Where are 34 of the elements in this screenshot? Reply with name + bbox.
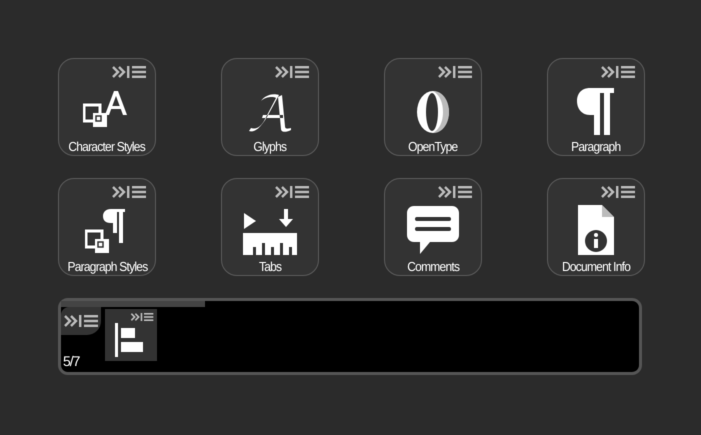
panel-menu-icon[interactable]: [111, 65, 147, 79]
align-left-icon: [115, 323, 145, 357]
panel-tile[interactable]: Paragraph Styles: [58, 178, 156, 276]
tab-ruler-icon: [242, 209, 298, 255]
panel-menu-icon[interactable]: [437, 65, 473, 79]
tile-label: OpenType: [408, 139, 458, 154]
panel-menu-icon[interactable]: [437, 185, 473, 199]
document-info-icon: [576, 205, 616, 255]
panel-menu-icon[interactable]: [63, 314, 99, 328]
pilcrow-icon: [576, 87, 616, 135]
tile-label: Glyphs: [254, 139, 286, 154]
panel-tile[interactable]: Paragraph: [547, 58, 645, 156]
panel-menu-icon[interactable]: [274, 65, 310, 79]
panel-menu-icon[interactable]: [111, 185, 147, 199]
panel-menu-icon[interactable]: [600, 185, 636, 199]
panel-tile[interactable]: Document Info: [547, 178, 645, 276]
tile-label: Character Styles: [68, 139, 146, 154]
panel-menu-icon[interactable]: [600, 65, 636, 79]
panel-tile[interactable]: Glyphs: [221, 58, 319, 156]
panel-tile[interactable]: OpenType: [384, 58, 482, 156]
tile-label: Paragraph: [571, 139, 621, 154]
panel-tile[interactable]: Tabs: [221, 178, 319, 276]
tile-label: Document Info: [562, 259, 630, 274]
tile-label: Comments: [407, 259, 459, 274]
panel-menu-icon[interactable]: [130, 312, 154, 322]
dock-corner-tab[interactable]: [61, 307, 101, 335]
page-counter: 5/7: [63, 353, 80, 369]
mini-panel-tile[interactable]: [105, 309, 157, 361]
panel-tile[interactable]: Character Styles: [58, 58, 156, 156]
panel-menu-icon[interactable]: [274, 185, 310, 199]
comment-bubble-icon: [406, 205, 460, 255]
panel-tile[interactable]: Comments: [384, 178, 482, 276]
tile-label: Tabs: [258, 259, 282, 274]
tile-label: Paragraph Styles: [67, 259, 147, 274]
